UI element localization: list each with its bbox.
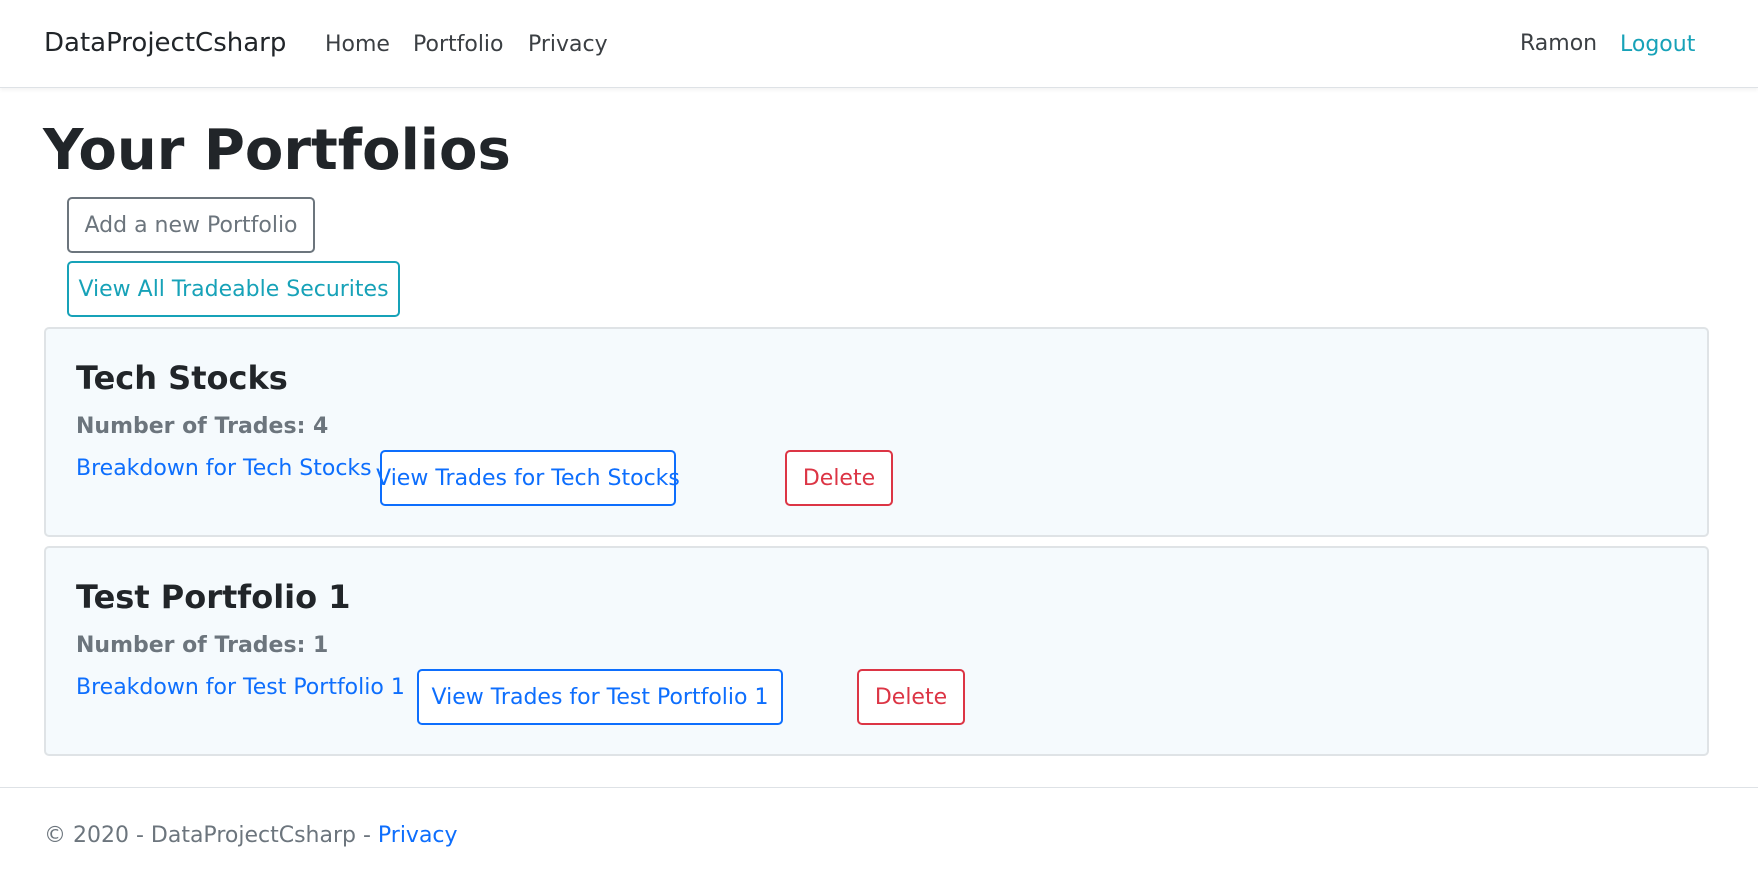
nav-privacy-link[interactable]: Privacy [528,32,608,57]
portfolio-card: Tech Stocks Number of Trades: 4 Breakdow… [44,327,1709,537]
view-trades-button[interactable]: View Trades for Test Portfolio 1 [417,669,783,725]
nav-portfolio-link[interactable]: Portfolio [413,32,504,57]
brand-link[interactable]: DataProjectCsharp [44,28,286,58]
portfolio-card: Test Portfolio 1 Number of Trades: 1 Bre… [44,546,1709,756]
trade-count: Number of Trades: 1 [76,633,329,658]
view-trades-button[interactable]: View Trades for Tech Stocks [376,450,680,506]
footer: © 2020 - DataProjectCsharp - Privacy [0,787,1758,872]
copyright-text: © 2020 - DataProjectCsharp - [44,823,378,848]
portfolio-name: Tech Stocks [76,359,288,397]
footer-privacy-link[interactable]: Privacy [378,823,458,848]
user-name: Ramon [1520,31,1598,56]
trade-count: Number of Trades: 4 [76,414,329,439]
top-navbar: DataProjectCsharp Home Portfolio Privacy… [0,0,1758,88]
view-securities-button[interactable]: View All Tradeable Securites [67,261,400,317]
logout-link[interactable]: Logout [1620,32,1695,57]
breakdown-link[interactable]: Breakdown for Test Portfolio 1 [76,675,405,700]
page-title: Your Portfolios [43,118,511,183]
delete-button[interactable]: Delete [857,669,965,725]
breakdown-link[interactable]: Breakdown for Tech Stocks [76,456,372,481]
portfolio-name: Test Portfolio 1 [76,578,351,616]
delete-button[interactable]: Delete [785,450,893,506]
add-portfolio-button[interactable]: Add a new Portfolio [67,197,315,253]
nav-home-link[interactable]: Home [325,32,390,57]
footer-text: © 2020 - DataProjectCsharp - Privacy [44,823,458,848]
